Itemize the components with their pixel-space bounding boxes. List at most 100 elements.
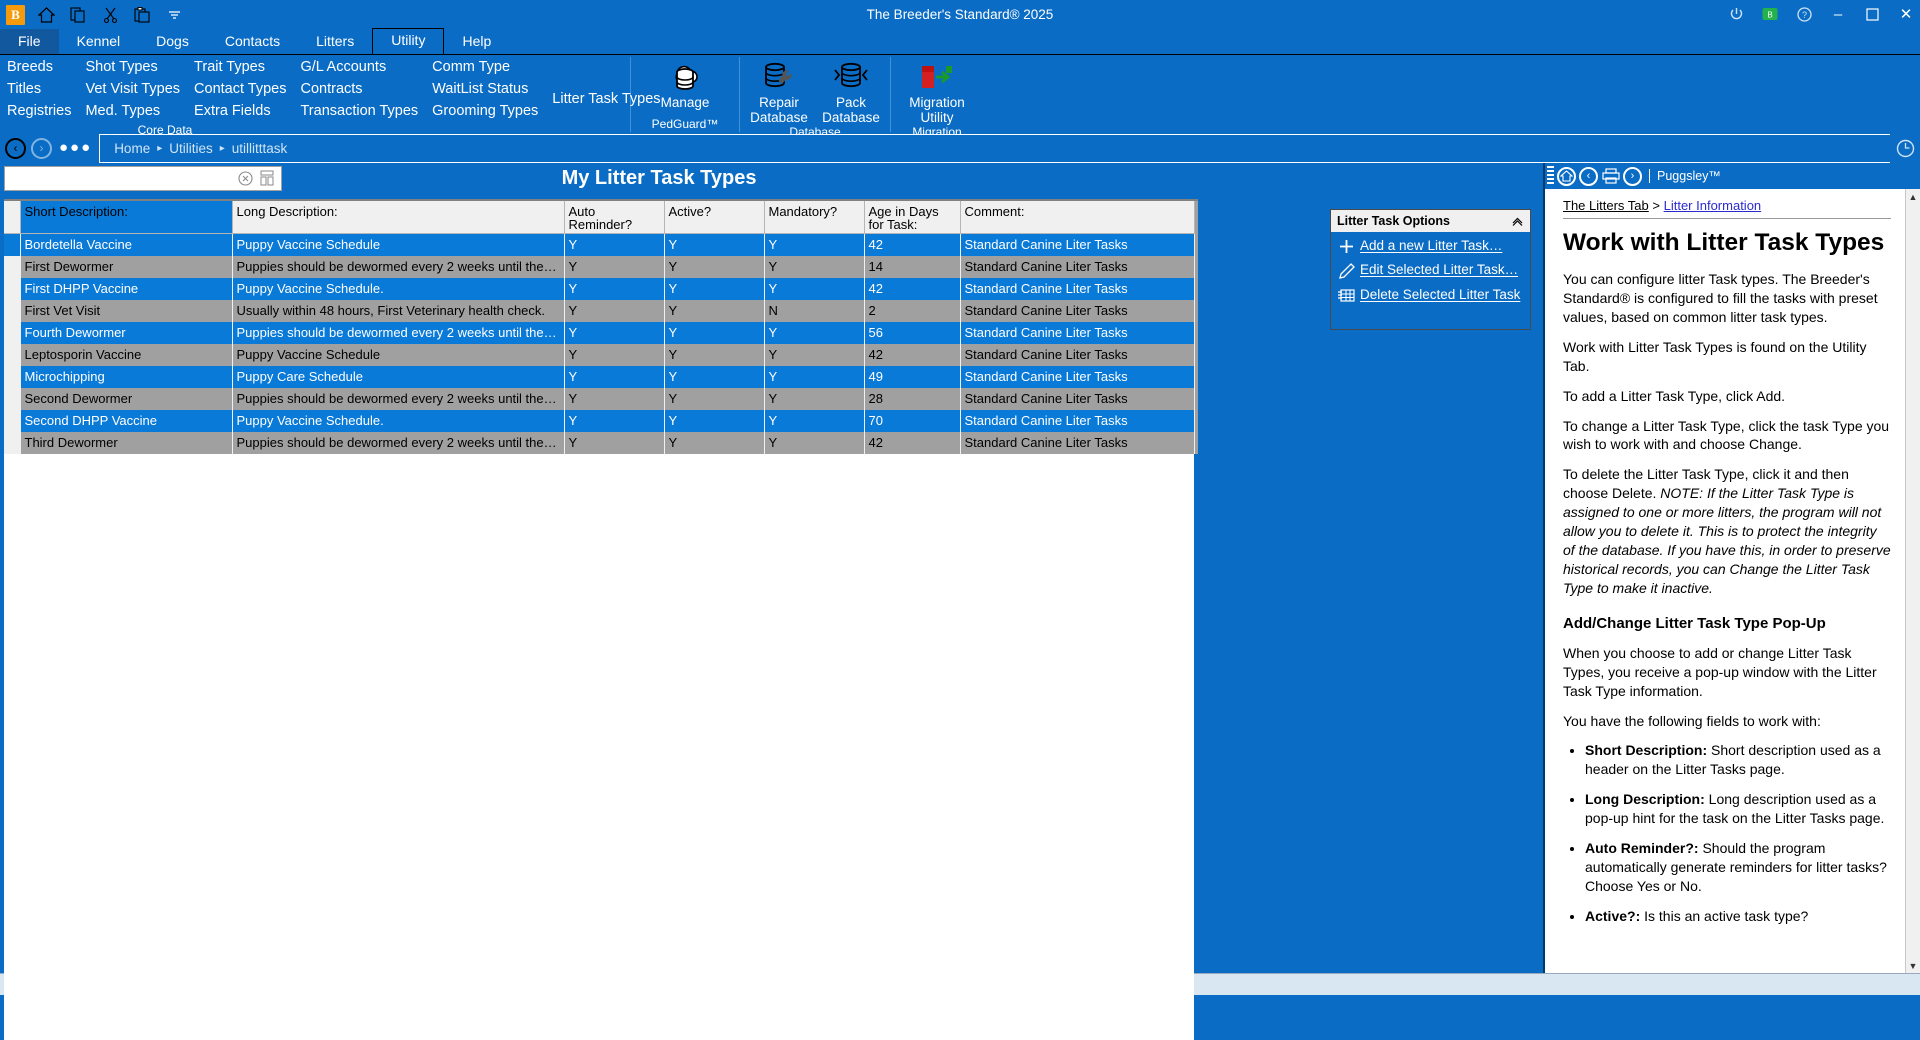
ribbon-item-registries[interactable]: Registries (0, 101, 78, 123)
column-header-short-description[interactable]: Short Description: (20, 201, 233, 234)
ribbon-button-pack-database[interactable]: Pack Database (815, 55, 887, 125)
filter-builder-icon[interactable] (259, 170, 275, 186)
help-breadcrumb: The Litters Tab > Litter Information (1563, 197, 1891, 219)
column-header-long-description[interactable]: Long Description: (232, 201, 565, 234)
table-row[interactable]: Second DHPP Vaccine Puppy Vaccine Schedul… (4, 409, 1195, 432)
help-print-icon[interactable] (1601, 167, 1620, 186)
ribbon-item-contracts[interactable]: Contracts (293, 79, 425, 101)
row-selector[interactable] (4, 365, 21, 388)
table-row[interactable]: First DHPP Vaccine Puppy Vaccine Schedule… (4, 277, 1195, 300)
copy-icon[interactable] (67, 4, 89, 26)
ribbon-item-trait-types[interactable]: Trait Types (187, 57, 293, 79)
ribbon-item-comm-type[interactable]: Comm Type (425, 57, 545, 79)
row-selector[interactable] (4, 431, 21, 454)
maximize-button[interactable] (1864, 7, 1880, 23)
tray-icon-1[interactable] (1728, 7, 1744, 23)
option-delete-litter-task[interactable]: Delete Selected Litter Task (1331, 281, 1530, 311)
search-input[interactable] (5, 167, 232, 189)
tray-icon-3[interactable]: ? (1796, 7, 1812, 23)
minimize-button[interactable]: – (1830, 7, 1846, 23)
ribbon-button-manage-label: Manage (660, 95, 710, 110)
cell-age-in-days: 42 (864, 343, 961, 366)
column-header-auto-reminder[interactable]: Auto Reminder? (564, 201, 665, 234)
help-breadcrumb-item-2[interactable]: Litter Information (1664, 198, 1762, 213)
ribbon-item-waitlist-status[interactable]: WaitList Status (425, 79, 545, 101)
help-scrollbar[interactable]: ▲ ▼ (1905, 189, 1920, 973)
close-button[interactable]: ✕ (1898, 7, 1914, 23)
option-edit-litter-task[interactable]: Edit Selected Litter Task… (1331, 256, 1530, 281)
table-row[interactable]: Fourth Dewormer Puppies should be deworme… (4, 321, 1195, 344)
help-field-item: Short Description: Short description use… (1585, 741, 1891, 779)
table-row[interactable]: First Vet Visit Usually within 48 hours, … (4, 299, 1195, 322)
table-row[interactable]: Leptosporin Vaccine Puppy Vaccine Schedul… (4, 343, 1195, 366)
cell-comment: Standard Canine Liter Tasks (960, 255, 1195, 278)
ribbon-button-migration-utility[interactable]: Migration Utility (893, 55, 981, 125)
tab-dogs[interactable]: Dogs (138, 29, 207, 54)
nav-forward-button[interactable]: › (31, 137, 52, 159)
row-selector[interactable] (4, 387, 21, 410)
scroll-down-arrow-icon[interactable]: ▼ (1909, 958, 1918, 973)
table-row[interactable]: Bordetella Vaccine Puppy Vaccine Schedule… (4, 233, 1195, 256)
table-row[interactable]: First Dewormer Puppies should be dewormed… (4, 255, 1195, 278)
ribbon-button-repair-database[interactable]: Repair Database (743, 55, 815, 125)
ribbon-item-shot-types[interactable]: Shot Types (78, 57, 187, 79)
help-breadcrumb-item-1[interactable]: The Litters Tab (1563, 198, 1649, 213)
help-assistant-label[interactable]: Puggsley™ (1649, 169, 1721, 183)
column-header-age-in-days[interactable]: Age in Days for Task: (864, 201, 961, 234)
column-header-mandatory[interactable]: Mandatory? (764, 201, 865, 234)
tab-file[interactable]: File (0, 29, 59, 54)
row-selector[interactable] (4, 299, 21, 322)
cell-mandatory: Y (764, 365, 865, 388)
breadcrumb-item-utilities[interactable]: Utilities (169, 141, 213, 156)
ribbon-item-breeds[interactable]: Breeds (0, 57, 78, 79)
home-icon[interactable] (35, 4, 57, 26)
breadcrumb-item-current[interactable]: utillitttask (232, 141, 288, 156)
search-input-container[interactable] (4, 165, 282, 191)
table-row[interactable]: Microchipping Puppy Care Schedule Y Y Y 49 Sta… (4, 365, 1195, 388)
ribbon-item-transaction-types[interactable]: Transaction Types (293, 101, 425, 123)
ribbon-item-contact-types[interactable]: Contact Types (187, 79, 293, 101)
nav-recent-button[interactable]: ●●● (59, 140, 92, 155)
ribbon-group-core-data: Breeds Titles Registries Shot Types Vet … (0, 55, 661, 137)
ribbon-button-manage[interactable]: Manage (642, 55, 728, 117)
ribbon-item-vet-visit-types[interactable]: Vet Visit Types (78, 79, 187, 101)
help-forward-button[interactable]: › (1623, 166, 1642, 186)
table-row[interactable]: Second Dewormer Puppies should be deworme… (4, 387, 1195, 410)
row-selector[interactable] (4, 233, 21, 256)
refresh-icon[interactable] (1890, 139, 1920, 158)
tab-litters[interactable]: Litters (298, 29, 372, 54)
tray-icon-2[interactable]: B (1762, 7, 1778, 23)
row-selector[interactable] (4, 409, 21, 432)
cell-short-description: Third Dewormer (20, 431, 233, 454)
column-header-active[interactable]: Active? (664, 201, 765, 234)
ribbon-item-grooming-types[interactable]: Grooming Types (425, 101, 545, 123)
table-row[interactable]: Third Dewormer Puppies should be dewormed… (4, 431, 1195, 454)
breadcrumb-item-home[interactable]: Home (114, 141, 150, 156)
ribbon-item-titles[interactable]: Titles (0, 79, 78, 101)
tab-help[interactable]: Help (444, 29, 509, 54)
option-add-litter-task[interactable]: Add a new Litter Task… (1331, 232, 1530, 256)
ribbon-item-med-types[interactable]: Med. Types (78, 101, 187, 123)
cut-icon[interactable] (99, 4, 121, 26)
row-selector[interactable] (4, 277, 21, 300)
customize-icon[interactable] (163, 4, 185, 26)
litter-task-types-grid[interactable]: Short Description: Long Description: Aut… (4, 199, 1314, 454)
ribbon-item-extra-fields[interactable]: Extra Fields (187, 101, 293, 123)
collapse-chevron-icon[interactable] (1511, 216, 1524, 227)
row-selector[interactable] (4, 321, 21, 344)
breadcrumb[interactable]: Home ▸ Utilities ▸ utillitttask (99, 133, 1890, 163)
help-back-button[interactable]: ‹ (1579, 166, 1598, 186)
row-selector[interactable] (4, 343, 21, 366)
help-drag-handle[interactable] (1547, 166, 1554, 186)
ribbon-item-gl-accounts[interactable]: G/L Accounts (293, 57, 425, 79)
paste-icon[interactable] (131, 4, 153, 26)
tab-utility[interactable]: Utility (372, 28, 445, 54)
tab-kennel[interactable]: Kennel (59, 29, 139, 54)
row-selector[interactable] (4, 255, 21, 278)
nav-back-button[interactable]: ‹ (5, 137, 26, 159)
column-header-comment[interactable]: Comment: (960, 201, 1195, 234)
tab-contacts[interactable]: Contacts (207, 29, 298, 54)
help-home-icon[interactable] (1557, 166, 1576, 186)
clear-circle-icon[interactable] (238, 170, 253, 186)
scroll-up-arrow-icon[interactable]: ▲ (1909, 189, 1918, 204)
